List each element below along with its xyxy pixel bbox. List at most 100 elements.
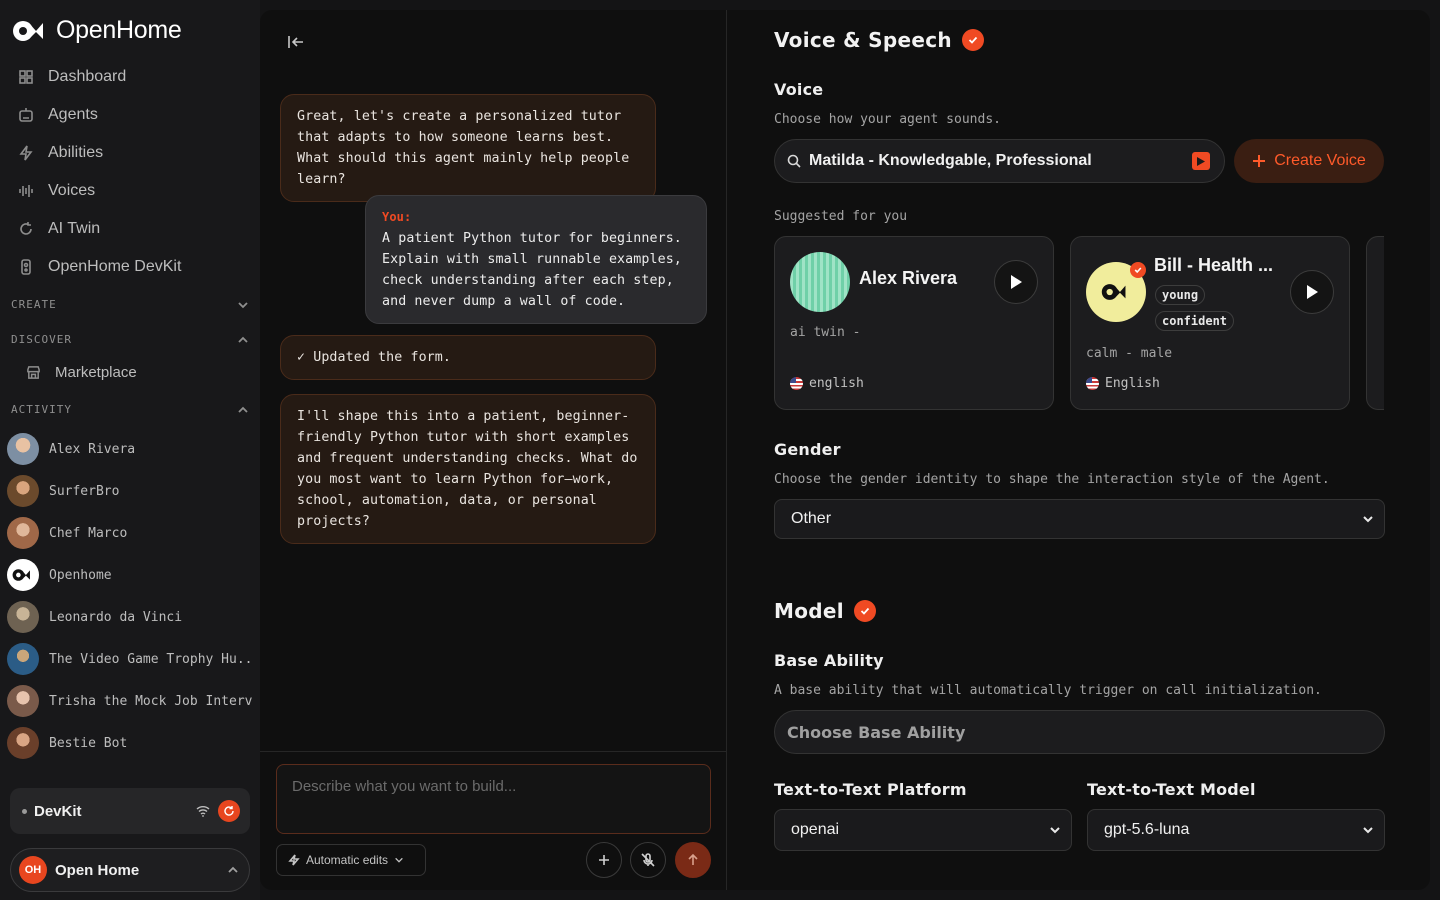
automatic-edits-dropdown[interactable]: Automatic edits (276, 844, 426, 876)
avatar (7, 643, 39, 675)
avatar (7, 559, 39, 591)
attach-button[interactable] (586, 842, 622, 878)
gender-select-value: Other (791, 510, 832, 527)
openhome-logo-icon (1101, 284, 1126, 300)
voice-card-subtitle: ai twin - (790, 325, 861, 340)
voice-card-partial[interactable] (1366, 236, 1384, 410)
mic-off-icon (641, 853, 655, 867)
voice-description: Choose how your agent sounds. (774, 112, 1001, 127)
voice-card[interactable]: Bill - Health ... young confident calm -… (1070, 236, 1350, 410)
sync-button[interactable] (218, 800, 240, 822)
language-label: English (1105, 376, 1160, 391)
nav-dashboard[interactable]: Dashboard (8, 58, 252, 96)
avatar (7, 475, 39, 507)
chevron-up-icon (228, 866, 238, 873)
nav-ai-twin[interactable]: AI Twin (8, 210, 252, 248)
nav-label: Agents (48, 106, 98, 123)
section-create-label: CREATE (11, 298, 57, 311)
arrow-up-icon (688, 853, 698, 865)
avatar (7, 517, 39, 549)
gender-select[interactable]: Other (774, 499, 1385, 539)
activity-item[interactable]: Openhome (7, 554, 252, 596)
message-author: You: (382, 210, 412, 224)
marketplace-label: Marketplace (55, 364, 137, 381)
create-voice-button[interactable]: Create Voice (1234, 139, 1384, 183)
nav-voices[interactable]: Voices (8, 172, 252, 210)
chat-message-ai: Great, let's create a personalized tutor… (280, 94, 656, 202)
search-icon (787, 154, 801, 168)
activity-item[interactable]: Chef Marco (7, 512, 252, 554)
voice-select[interactable]: Matilda - Knowledgable, Professional (774, 139, 1225, 183)
chevron-down-icon (1363, 827, 1373, 834)
chat-message-user: You: A patient Python tutor for beginner… (365, 195, 707, 324)
create-voice-label: Create Voice (1274, 152, 1366, 169)
brand-name: OpenHome (56, 16, 182, 44)
verified-badge-icon (1130, 262, 1146, 278)
activity-item[interactable]: Leonardo da Vinci (7, 596, 252, 638)
activity-item[interactable]: Alex Rivera (7, 428, 252, 470)
message-text: Great, let's create a personalized tutor… (297, 109, 630, 187)
base-ability-label: Base Ability (774, 651, 884, 670)
gender-label: Gender (774, 440, 841, 459)
voice-card-language: English (1086, 376, 1160, 391)
voice-card-language: english (790, 376, 864, 391)
send-button[interactable] (675, 842, 711, 878)
voice-card[interactable]: Alex Rivera ai twin - english (774, 236, 1054, 410)
play-icon (1197, 156, 1205, 166)
play-voice-button[interactable] (994, 260, 1038, 304)
nav-abilities[interactable]: Abilities (8, 134, 252, 172)
section-title-voice: Voice & Speech (774, 28, 984, 52)
user-name: Open Home (55, 861, 140, 879)
devkit-status[interactable]: DevKit (10, 788, 250, 834)
nav-label: OpenHome DevKit (48, 258, 182, 275)
bolt-icon (288, 854, 300, 866)
chat-panel: Great, let's create a personalized tutor… (260, 10, 727, 890)
nav-marketplace[interactable]: Marketplace (26, 364, 137, 381)
nav-agents[interactable]: Agents (8, 96, 252, 134)
check-icon (961, 29, 984, 51)
activity-item-label: Trisha the Mock Job Intervi... (49, 693, 252, 709)
chevron-up-icon (238, 406, 248, 413)
us-flag-icon (1086, 377, 1099, 390)
voice-tag: confident (1155, 311, 1235, 331)
user-menu[interactable]: OH Open Home (10, 848, 250, 892)
voice-avatar (790, 252, 850, 312)
activity-item[interactable]: The Video Game Trophy Hu... (7, 638, 252, 680)
section-create[interactable]: CREATE (11, 298, 249, 311)
device-icon (21, 259, 31, 275)
avatar (7, 601, 39, 633)
chat-input[interactable]: Describe what you want to build... (276, 764, 711, 834)
nav-devkit[interactable]: OpenHome DevKit (8, 248, 252, 286)
plus-icon (599, 855, 609, 865)
base-ability-placeholder: Choose Base Ability (787, 722, 966, 742)
chat-message-ai: ✓ Updated the form. (280, 335, 656, 380)
ttt-model-select[interactable]: gpt-5.6-luna (1087, 809, 1385, 851)
activity-item-label: Chef Marco (49, 525, 128, 541)
us-flag-icon (790, 377, 803, 390)
openhome-logo-icon (12, 569, 30, 581)
activity-item[interactable]: Bestie Bot (7, 722, 252, 764)
play-icon (1307, 285, 1318, 299)
ttt-platform-value: openai (791, 821, 840, 838)
openhome-logo-icon (13, 20, 43, 41)
brand-logo[interactable]: OpenHome (12, 16, 182, 45)
mute-mic-button[interactable] (630, 842, 666, 878)
play-voice-button[interactable] (1290, 270, 1334, 314)
base-ability-select[interactable]: Choose Base Ability (774, 710, 1385, 754)
collapse-panel-icon[interactable] (286, 32, 306, 52)
avatar (7, 685, 39, 717)
message-text: A patient Python tutor for beginners. Ex… (382, 231, 682, 309)
divider (260, 751, 727, 752)
preview-voice-button[interactable] (1192, 152, 1210, 170)
avatar (7, 433, 39, 465)
section-title-text: Model (774, 599, 844, 623)
activity-item[interactable]: Trisha the Mock Job Intervi... (7, 680, 252, 722)
activity-item[interactable]: SurferBro (7, 470, 252, 512)
status-dot (22, 808, 27, 814)
main-panel: Great, let's create a personalized tutor… (260, 10, 1430, 890)
section-discover[interactable]: DISCOVER (11, 333, 249, 346)
ttt-model-value: gpt-5.6-luna (1104, 821, 1190, 838)
section-activity[interactable]: ACTIVITY (11, 403, 249, 416)
activity-list: Alex Rivera SurferBro Chef Marco Openhom… (7, 428, 252, 764)
ttt-platform-select[interactable]: openai (774, 809, 1072, 851)
